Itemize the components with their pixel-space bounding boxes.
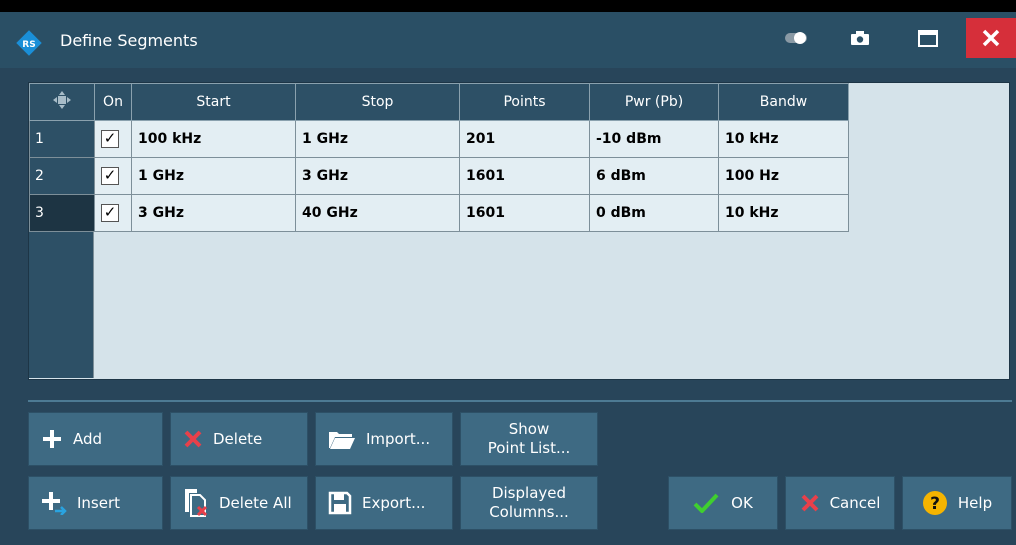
segments-table: On Start Stop Points Pwr (Pb) Bandw 1 ✓ … bbox=[29, 83, 849, 232]
ok-label: OK bbox=[731, 494, 753, 512]
cancel-label: Cancel bbox=[829, 494, 881, 512]
help-label: Help bbox=[957, 494, 993, 512]
displayed-columns-label-2: Columns... bbox=[489, 503, 569, 521]
header-on[interactable]: On bbox=[94, 83, 132, 121]
on-checkbox[interactable]: ✓ bbox=[101, 167, 119, 185]
import-button[interactable]: Import... bbox=[315, 412, 453, 466]
pwr-cell[interactable]: 0 dBm bbox=[589, 194, 719, 232]
delete-all-button[interactable]: Delete All bbox=[170, 476, 308, 530]
maximize-button[interactable] bbox=[904, 18, 952, 58]
on-cell[interactable]: ✓ bbox=[94, 157, 132, 195]
export-label: Export... bbox=[362, 494, 426, 512]
define-segments-dialog: RS Define Segments On Start Stop Points … bbox=[0, 12, 1016, 545]
delete-all-icon bbox=[183, 488, 209, 518]
delete-x-icon bbox=[183, 429, 203, 449]
svg-text:RS: RS bbox=[22, 40, 35, 50]
delete-label: Delete bbox=[213, 430, 263, 448]
start-cell[interactable]: 1 GHz bbox=[131, 157, 296, 195]
table-row: 3 ✓ 3 GHz 40 GHz 1601 0 dBm 10 kHz bbox=[29, 194, 849, 232]
displayed-columns-button[interactable]: Displayed Columns... bbox=[460, 476, 598, 530]
start-cell[interactable]: 3 GHz bbox=[131, 194, 296, 232]
toggle-icon bbox=[785, 32, 807, 44]
on-cell[interactable]: ✓ bbox=[94, 194, 132, 232]
bandw-cell[interactable]: 100 Hz bbox=[718, 157, 849, 195]
toggle-button[interactable] bbox=[772, 18, 820, 58]
on-cell[interactable]: ✓ bbox=[94, 120, 132, 158]
save-icon bbox=[328, 491, 352, 515]
header-bandw[interactable]: Bandw bbox=[718, 83, 849, 121]
window-title: Define Segments bbox=[60, 31, 198, 50]
close-button[interactable] bbox=[966, 18, 1016, 58]
corner-cell[interactable] bbox=[29, 83, 95, 121]
check-icon bbox=[693, 493, 719, 513]
show-point-list-button[interactable]: Show Point List... bbox=[460, 412, 598, 466]
delete-all-label: Delete All bbox=[219, 494, 292, 512]
title-bar[interactable]: RS Define Segments bbox=[0, 12, 1016, 68]
points-cell[interactable]: 201 bbox=[459, 120, 590, 158]
row-number[interactable]: 1 bbox=[29, 120, 95, 158]
points-cell[interactable]: 1601 bbox=[459, 157, 590, 195]
table-header-row: On Start Stop Points Pwr (Pb) Bandw bbox=[29, 83, 849, 121]
cancel-x-icon bbox=[800, 493, 820, 513]
delete-button[interactable]: Delete bbox=[170, 412, 308, 466]
insert-button[interactable]: Insert bbox=[28, 476, 163, 530]
start-cell[interactable]: 100 kHz bbox=[131, 120, 296, 158]
screenshot-button[interactable] bbox=[836, 18, 884, 58]
stop-cell[interactable]: 40 GHz bbox=[295, 194, 460, 232]
header-stop[interactable]: Stop bbox=[295, 83, 460, 121]
show-point-list-label-2: Point List... bbox=[487, 439, 571, 457]
stop-cell[interactable]: 3 GHz bbox=[295, 157, 460, 195]
stop-cell[interactable]: 1 GHz bbox=[295, 120, 460, 158]
import-label: Import... bbox=[366, 430, 431, 448]
show-point-list-label-1: Show bbox=[508, 420, 550, 438]
header-points[interactable]: Points bbox=[459, 83, 590, 121]
pwr-cell[interactable]: 6 dBm bbox=[589, 157, 719, 195]
help-button[interactable]: ? Help bbox=[902, 476, 1012, 530]
pwr-cell[interactable]: -10 dBm bbox=[589, 120, 719, 158]
divider bbox=[28, 400, 1012, 402]
move-icon bbox=[53, 91, 71, 109]
add-button[interactable]: Add bbox=[28, 412, 163, 466]
maximize-icon bbox=[918, 29, 938, 47]
row-number[interactable]: 3 bbox=[29, 194, 95, 232]
table-row: 2 ✓ 1 GHz 3 GHz 1601 6 dBm 100 Hz bbox=[29, 157, 849, 195]
cancel-button[interactable]: Cancel bbox=[785, 476, 895, 530]
help-icon: ? bbox=[922, 490, 948, 516]
add-label: Add bbox=[73, 430, 103, 448]
close-icon bbox=[982, 29, 1000, 47]
row-header-column bbox=[29, 228, 94, 378]
table-row: 1 ✓ 100 kHz 1 GHz 201 -10 dBm 10 kHz bbox=[29, 120, 849, 158]
insert-icon bbox=[41, 491, 67, 515]
points-cell[interactable]: 1601 bbox=[459, 194, 590, 232]
folder-open-icon bbox=[328, 428, 356, 450]
export-button[interactable]: Export... bbox=[315, 476, 453, 530]
svg-text:?: ? bbox=[930, 494, 940, 514]
segments-table-area: On Start Stop Points Pwr (Pb) Bandw 1 ✓ … bbox=[28, 82, 1010, 380]
camera-icon bbox=[851, 31, 869, 45]
insert-label: Insert bbox=[77, 494, 121, 512]
bandw-cell[interactable]: 10 kHz bbox=[718, 120, 849, 158]
on-checkbox[interactable]: ✓ bbox=[101, 130, 119, 148]
on-checkbox[interactable]: ✓ bbox=[101, 204, 119, 222]
plus-icon bbox=[41, 428, 63, 450]
displayed-columns-label-1: Displayed bbox=[491, 484, 567, 502]
ok-button[interactable]: OK bbox=[668, 476, 778, 530]
row-number[interactable]: 2 bbox=[29, 157, 95, 195]
header-pwr[interactable]: Pwr (Pb) bbox=[589, 83, 719, 121]
rs-logo-icon: RS bbox=[16, 30, 42, 56]
bandw-cell[interactable]: 10 kHz bbox=[718, 194, 849, 232]
header-start[interactable]: Start bbox=[131, 83, 296, 121]
